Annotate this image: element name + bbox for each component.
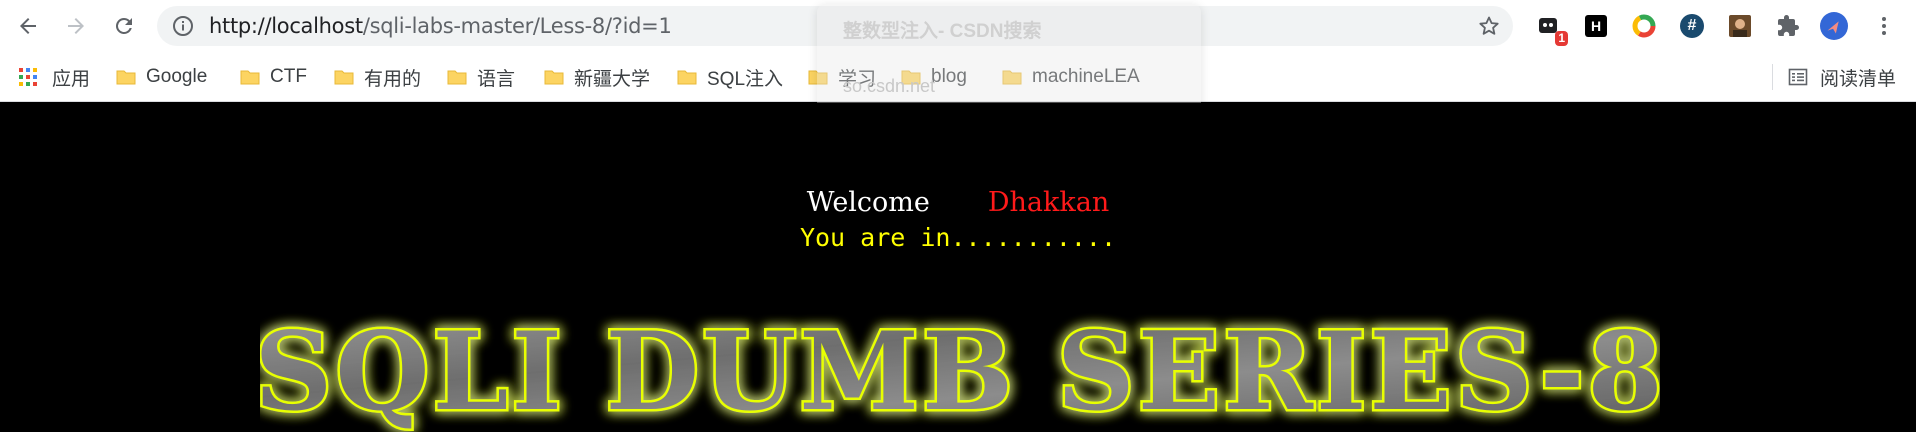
kebab-menu-icon (1882, 17, 1886, 35)
search-suggestion-popup[interactable]: 整数型注入- CSDN搜索 so.csdn.net (817, 4, 1201, 116)
hash-icon: # (1680, 14, 1704, 38)
extension-hash-button[interactable]: # (1678, 12, 1706, 40)
user-name: Dhakkan (987, 187, 1110, 218)
back-button[interactable] (8, 6, 48, 46)
apps-grid-icon (19, 68, 37, 86)
forward-button[interactable] (56, 6, 96, 46)
reading-list-label: 阅读清单 (1820, 68, 1897, 90)
folder-icon (677, 70, 697, 85)
extensions-button[interactable] (1774, 12, 1802, 40)
bookmark-apps[interactable]: 应用 (18, 62, 90, 92)
series-title-banner: SQLI DUMB SERIES-8 (260, 307, 1660, 432)
arrow-right-icon (68, 18, 84, 34)
bookmarks-divider (1772, 64, 1773, 90)
h-logo-icon: H (1585, 15, 1607, 37)
reading-list-button[interactable]: 阅读清单 (1788, 62, 1896, 92)
reload-icon (115, 17, 132, 34)
extension-chrome-button[interactable] (1630, 12, 1658, 40)
info-icon[interactable] (171, 14, 195, 38)
reload-button[interactable] (104, 6, 144, 46)
bookmark-label: 新疆大学 (574, 68, 651, 90)
profile-button[interactable] (1820, 12, 1848, 40)
bookmark-label: 语言 (477, 68, 516, 90)
folder-icon (240, 70, 260, 85)
url-path: /sqli-labs-master/Less-8/?id=1 (362, 14, 672, 38)
bookmark-folder-ctf[interactable]: CTF (240, 62, 307, 92)
suggestion-url: so.csdn.net (843, 76, 936, 96)
bookmark-folder-xinjiang-university[interactable]: 新疆大学 (544, 62, 650, 92)
profile-avatar-icon (1820, 12, 1848, 40)
reading-list-icon (1788, 68, 1808, 86)
bookmark-folder-google[interactable]: Google (116, 62, 207, 92)
suggestion-title: 整数型注入- CSDN搜索 (843, 21, 1042, 42)
bookmark-label: 应用 (52, 68, 91, 90)
bookmark-label: 有用的 (364, 68, 422, 90)
folder-icon (447, 70, 467, 85)
folder-icon (334, 70, 354, 85)
url-host: http://localhost (209, 14, 363, 38)
bookmark-star-icon[interactable] (1477, 14, 1501, 38)
login-status-text: You are in........... (799, 223, 1117, 252)
notification-badge: 1 (1555, 31, 1568, 46)
bookmark-folder-useful[interactable]: 有用的 (334, 62, 421, 92)
bookmark-label: CTF (270, 66, 307, 87)
bookmark-folder-sql-injection[interactable]: SQL注入 (677, 62, 783, 92)
menu-button[interactable] (1870, 12, 1898, 40)
extension-notification-button[interactable]: 1 (1534, 12, 1568, 46)
bookmark-label: SQL注入 (707, 68, 784, 90)
profile-picture-icon (1729, 15, 1751, 37)
folder-icon (544, 70, 564, 85)
page-content: Welcome Dhakkan You are in........... SQL… (0, 103, 1916, 432)
folder-icon (116, 70, 136, 85)
color-ring-icon (1632, 14, 1656, 38)
welcome-line: Welcome Dhakkan (0, 187, 1916, 218)
bookmark-label: Google (146, 66, 208, 87)
extension-avatar-button[interactable] (1726, 12, 1754, 40)
welcome-text: Welcome (806, 187, 930, 218)
url-text[interactable]: http://localhost/sqli-labs-master/Less-8… (209, 6, 672, 46)
extension-h-button[interactable]: H (1582, 12, 1610, 40)
banner-text: SQLI DUMB SERIES-8 (260, 309, 1660, 432)
bookmark-folder-language[interactable]: 语言 (447, 62, 515, 92)
arrow-left-icon (20, 18, 36, 34)
puzzle-piece-icon (1778, 15, 1799, 36)
